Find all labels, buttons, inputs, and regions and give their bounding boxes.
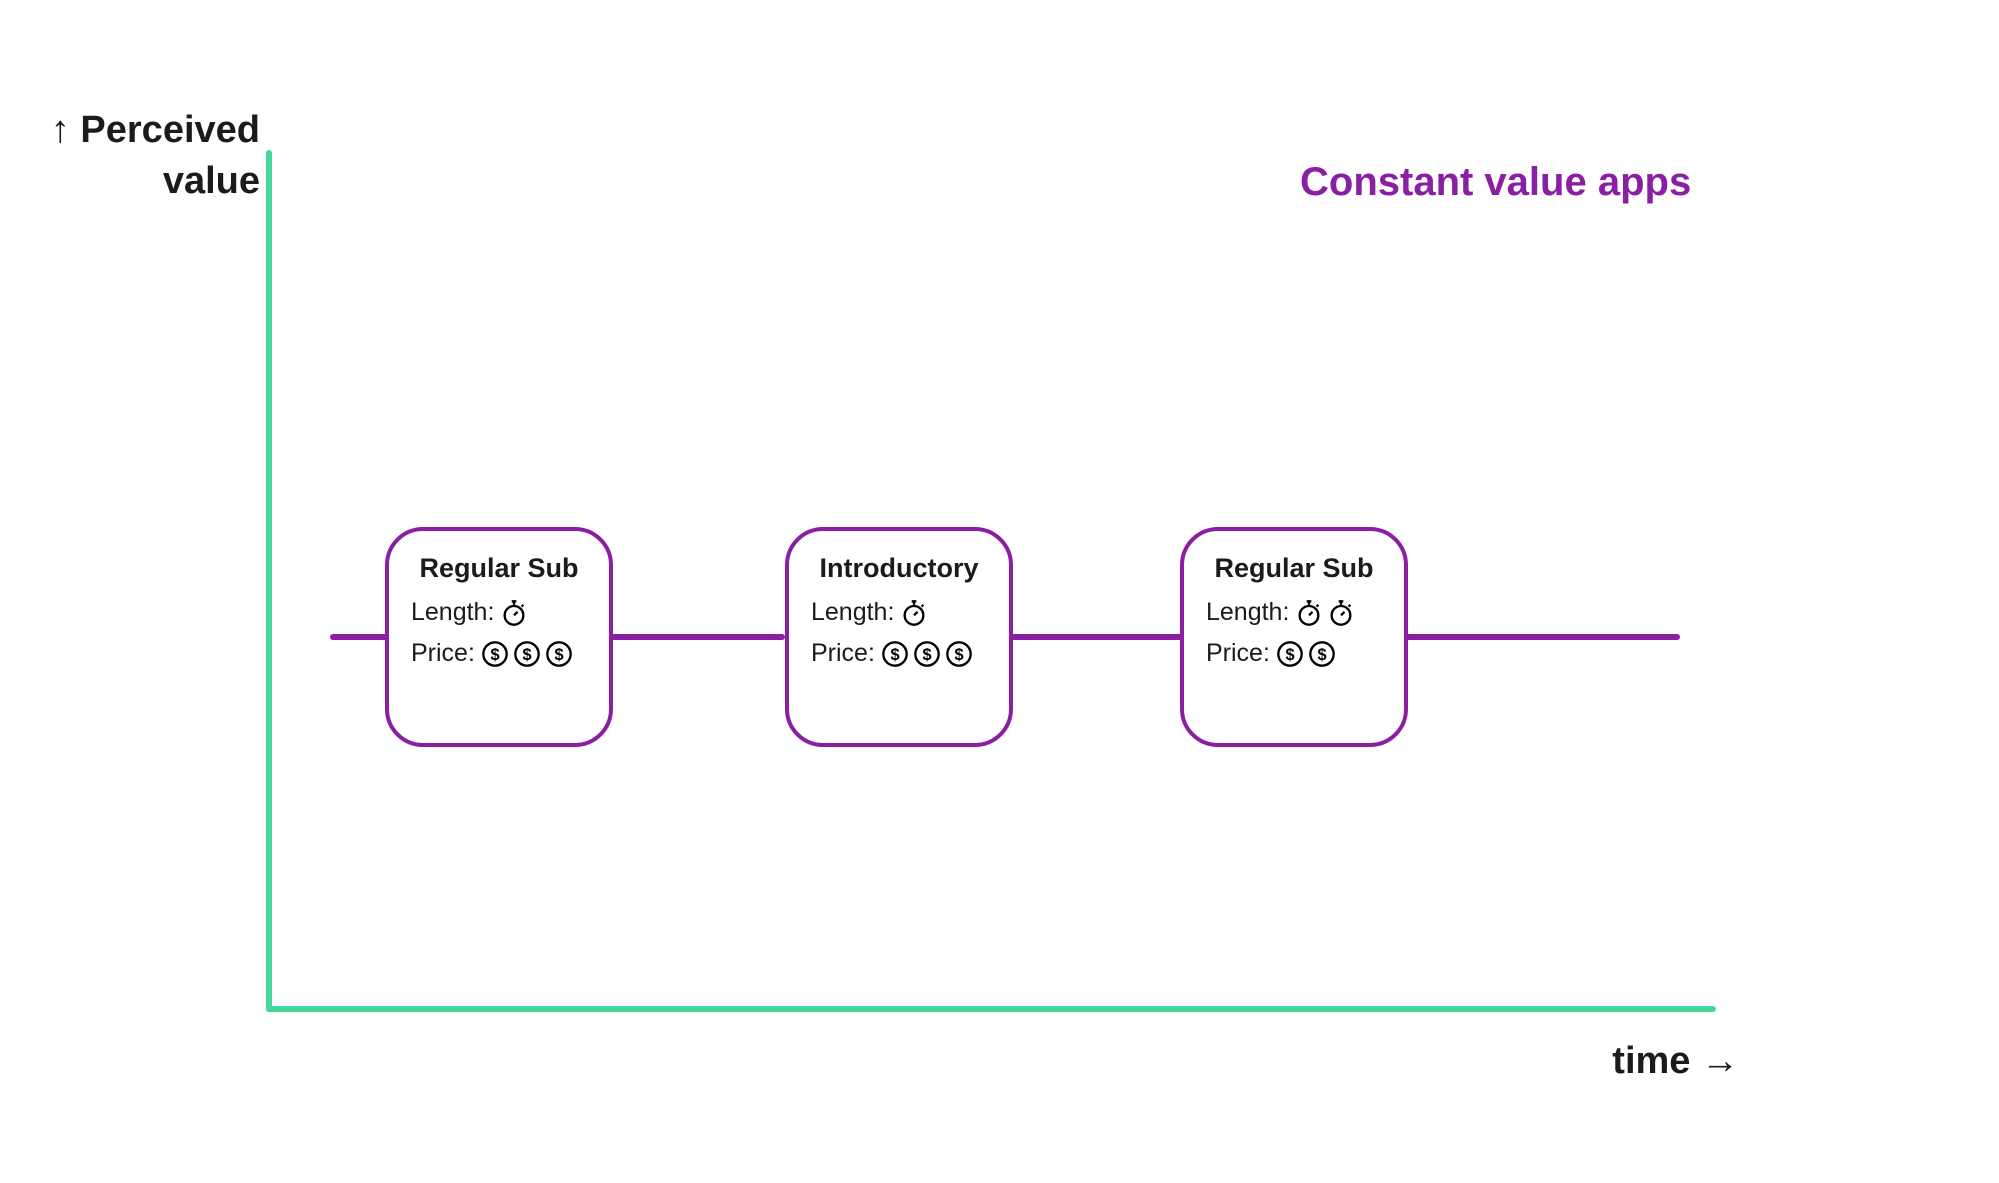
value-line-segment [1005, 634, 1185, 640]
price-label: Price: [811, 639, 875, 668]
svg-text:$: $ [922, 645, 931, 663]
svg-text:$: $ [554, 645, 563, 663]
card-title: Regular Sub [1206, 553, 1382, 584]
card-length-row: Length: [1206, 598, 1382, 627]
dollar-circle-icon: $ [545, 640, 573, 668]
card-title: Regular Sub [411, 553, 587, 584]
dollar-circle-icon: $ [881, 640, 909, 668]
length-icons [500, 599, 528, 627]
stopwatch-icon [500, 599, 528, 627]
length-label: Length: [811, 598, 894, 627]
price-icons: $ $ $ [481, 640, 573, 668]
svg-text:$: $ [522, 645, 531, 663]
price-label: Price: [411, 639, 475, 668]
price-icons: $$ [1276, 640, 1336, 668]
card-regular-sub-1: Regular Sub Length: Price: $ $ $ [385, 527, 613, 747]
dollar-circle-icon: $ [481, 640, 509, 668]
card-introductory: Introductory Length: Price: $ $ $ [785, 527, 1013, 747]
svg-text:$: $ [890, 645, 899, 663]
card-price-row: Price: $$ [1206, 639, 1382, 668]
dollar-circle-icon: $ [945, 640, 973, 668]
dollar-circle-icon: $ [1276, 640, 1304, 668]
dollar-circle-icon: $ [513, 640, 541, 668]
stopwatch-icon [1295, 599, 1323, 627]
length-icons [900, 599, 928, 627]
svg-text:$: $ [490, 645, 499, 663]
card-price-row: Price: $ $ $ [411, 639, 587, 668]
card-regular-sub-2: Regular Sub Length: Price: $$ [1180, 527, 1408, 747]
stopwatch-icon [900, 599, 928, 627]
value-line-segment [605, 634, 785, 640]
length-icons [1295, 599, 1355, 627]
card-price-row: Price: $ $ $ [811, 639, 987, 668]
price-icons: $ $ $ [881, 640, 973, 668]
card-length-row: Length: [411, 598, 587, 627]
y-axis [266, 150, 272, 1012]
svg-text:$: $ [954, 645, 963, 663]
value-line-segment [1395, 634, 1680, 640]
card-title: Introductory [811, 553, 987, 584]
dollar-circle-icon: $ [1308, 640, 1336, 668]
y-axis-label: ↑ Perceived value [20, 105, 260, 208]
x-axis-label: time → [1612, 1040, 1739, 1083]
card-length-row: Length: [811, 598, 987, 627]
length-label: Length: [411, 598, 494, 627]
chart-title: Constant value apps [1300, 160, 1691, 205]
length-label: Length: [1206, 598, 1289, 627]
stopwatch-icon [1327, 599, 1355, 627]
dollar-circle-icon: $ [913, 640, 941, 668]
x-axis [266, 1006, 1716, 1012]
svg-text:$: $ [1285, 645, 1294, 663]
price-label: Price: [1206, 639, 1270, 668]
svg-text:$: $ [1317, 645, 1326, 663]
diagram-canvas: ↑ Perceived value time → Constant value … [0, 0, 1999, 1183]
